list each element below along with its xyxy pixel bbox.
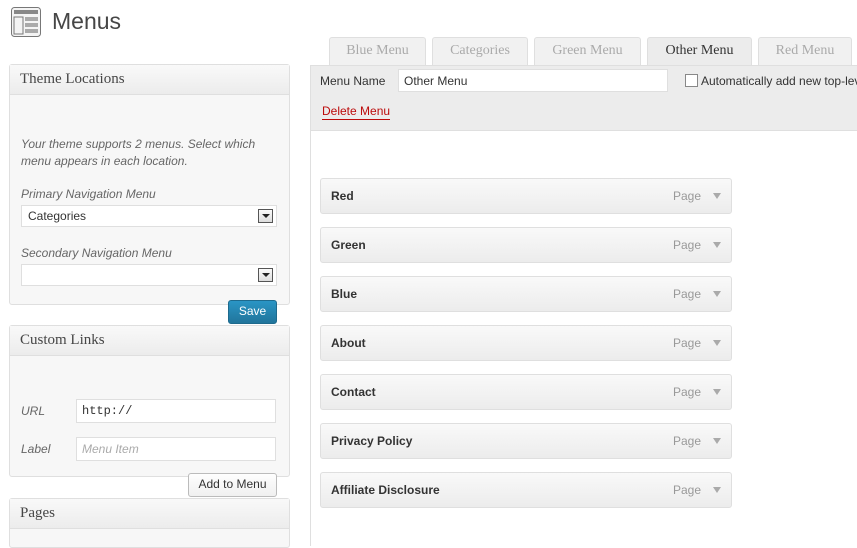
primary-location-label: Primary Navigation Menu xyxy=(21,187,156,201)
caret-down-icon[interactable] xyxy=(713,389,721,395)
menu-item-type: Page xyxy=(672,434,701,448)
auto-add-label: Automatically add new top-lev xyxy=(701,74,857,88)
menu-item-name: Blue xyxy=(331,287,358,301)
menu-item-name: Green xyxy=(331,238,366,252)
theme-locations-description: Your theme supports 2 menus. Select whic… xyxy=(21,137,256,168)
caret-down-icon[interactable] xyxy=(713,438,721,444)
caret-down-icon[interactable] xyxy=(713,242,721,248)
menu-item[interactable]: Contact Page xyxy=(320,374,732,410)
menu-item-type: Page xyxy=(672,189,701,203)
add-to-menu-button[interactable]: Add to Menu xyxy=(188,473,277,497)
menu-item-name: Contact xyxy=(331,385,376,399)
menu-name-label: Menu Name xyxy=(320,74,386,88)
menu-item[interactable]: Blue Page xyxy=(320,276,732,312)
url-input[interactable]: http:// xyxy=(76,399,276,423)
theme-locations-box: Theme Locations Your theme supports 2 me… xyxy=(9,64,290,324)
label-label: Label xyxy=(21,442,51,456)
url-label: URL xyxy=(21,404,46,418)
auto-add-checkbox[interactable] xyxy=(685,74,698,87)
caret-down-icon[interactable] xyxy=(713,291,721,297)
primary-location-value: Categories xyxy=(28,209,87,223)
menu-item[interactable]: Affiliate Disclosure Page xyxy=(320,472,732,508)
theme-locations-title: Theme Locations xyxy=(10,65,289,95)
tab-blue-menu[interactable]: Blue Menu xyxy=(329,37,426,65)
menu-item[interactable]: Green Page xyxy=(320,227,732,263)
menu-item-type: Page xyxy=(672,385,701,399)
save-button[interactable]: Save xyxy=(228,300,277,324)
menu-item-type: Page xyxy=(672,287,701,301)
caret-down-icon[interactable] xyxy=(713,340,721,346)
delete-menu-link[interactable]: Delete Menu xyxy=(322,104,391,120)
menu-item-name: Privacy Policy xyxy=(331,434,413,448)
menu-item[interactable]: Red Page xyxy=(320,178,732,214)
menu-item-name: Affiliate Disclosure xyxy=(331,483,440,497)
tab-other-menu[interactable]: Other Menu xyxy=(647,37,752,66)
tab-green-menu[interactable]: Green Menu xyxy=(534,37,641,65)
caret-down-icon[interactable] xyxy=(713,193,721,199)
custom-links-title: Custom Links xyxy=(10,326,289,356)
tab-red-menu[interactable]: Red Menu xyxy=(758,37,852,65)
menu-item[interactable]: About Page xyxy=(320,325,732,361)
custom-links-box: Custom Links URL http:// Label Menu Item… xyxy=(9,325,290,497)
menu-item-type: Page xyxy=(672,336,701,350)
menu-name-input[interactable]: Other Menu xyxy=(398,69,668,92)
menu-editor-header: Menu Name Other Menu Automatically add n… xyxy=(311,66,857,131)
page-title: Menus xyxy=(52,8,122,34)
chevron-down-icon xyxy=(258,209,273,223)
menu-item-name: Red xyxy=(331,189,354,203)
caret-down-icon[interactable] xyxy=(713,487,721,493)
menu-item-name: About xyxy=(331,336,366,350)
chevron-down-icon xyxy=(258,268,273,282)
label-input[interactable]: Menu Item xyxy=(76,437,276,461)
pages-box: Pages xyxy=(9,498,290,548)
menu-item-type: Page xyxy=(672,483,701,497)
pages-title[interactable]: Pages xyxy=(10,499,289,529)
menu-item[interactable]: Privacy Policy Page xyxy=(320,423,732,459)
primary-location-select[interactable]: Categories xyxy=(21,205,277,227)
tab-categories[interactable]: Categories xyxy=(432,37,528,65)
menu-item-type: Page xyxy=(672,238,701,252)
secondary-location-select[interactable] xyxy=(21,264,277,286)
menus-icon xyxy=(11,7,41,37)
secondary-location-label: Secondary Navigation Menu xyxy=(21,246,172,260)
